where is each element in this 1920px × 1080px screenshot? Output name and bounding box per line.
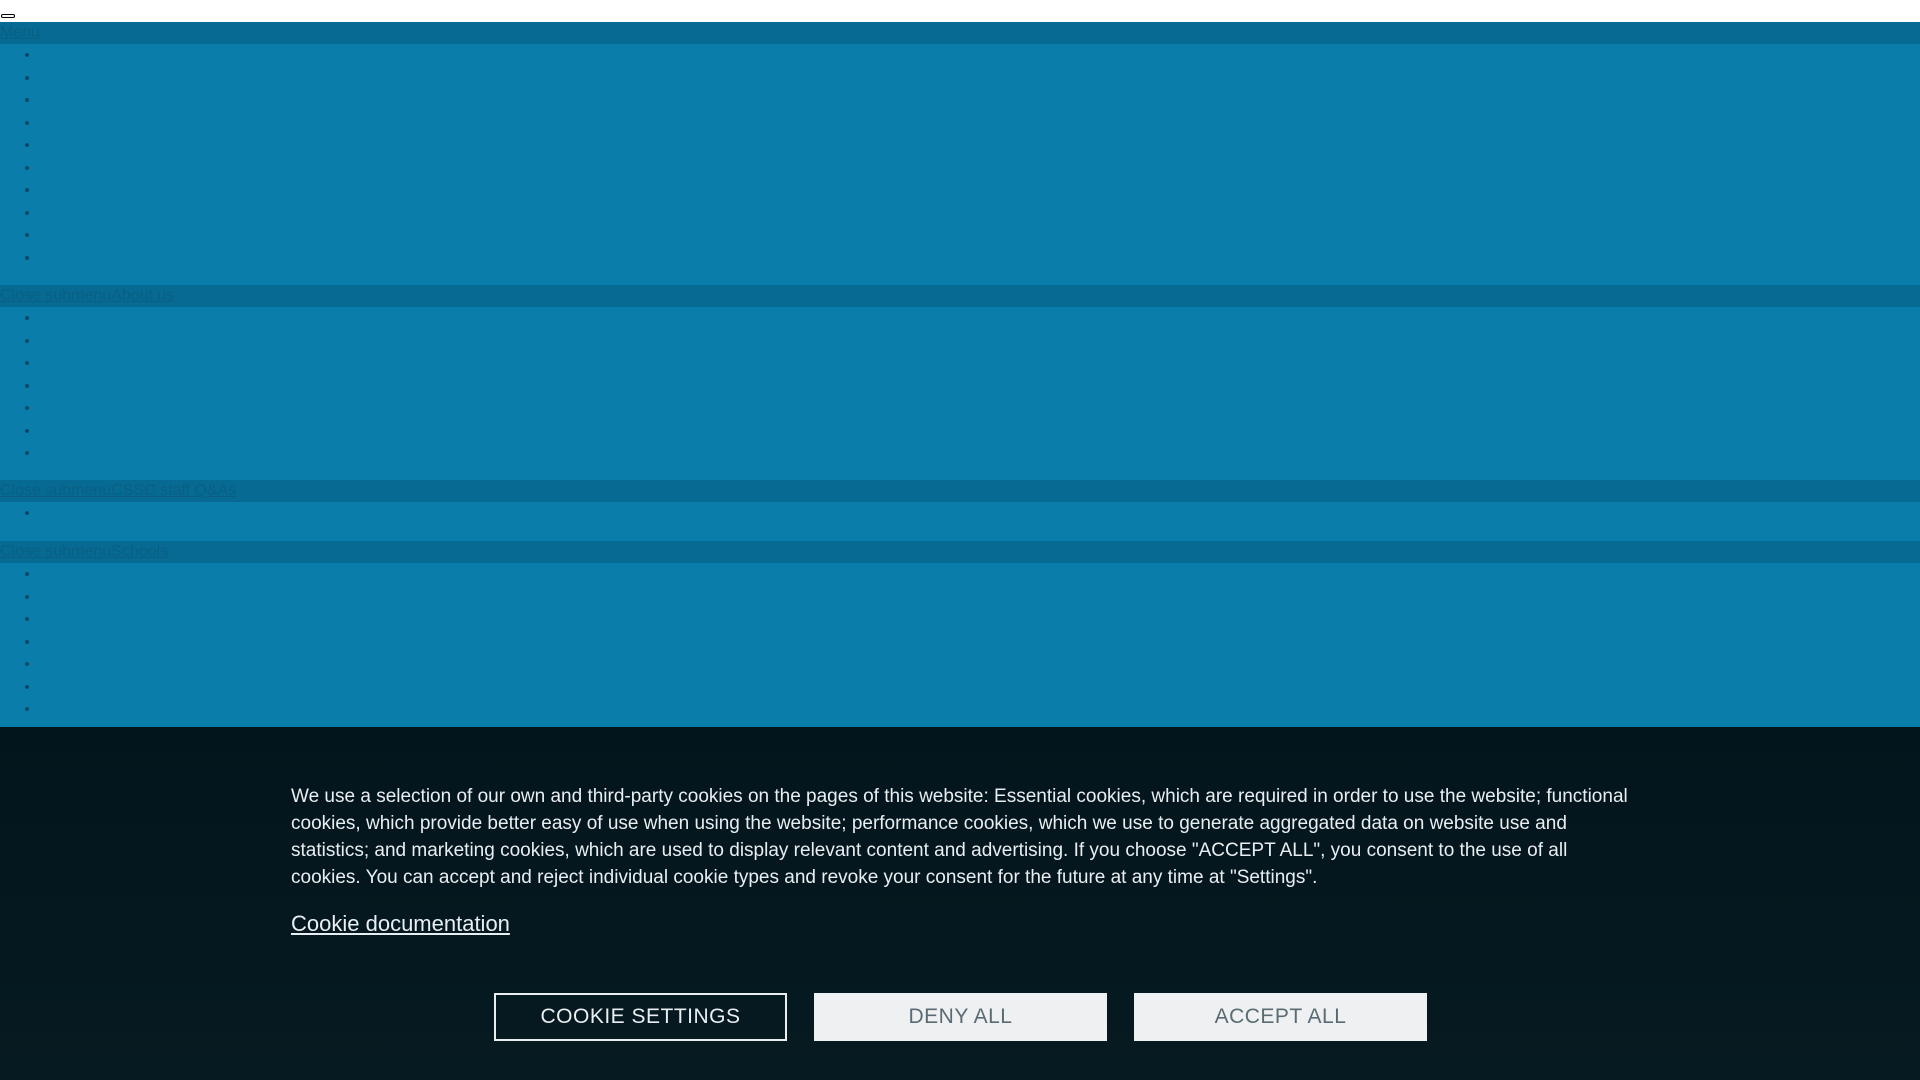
nav-panel-header[interactable]: Close submenuSchools: [0, 541, 1920, 563]
cookie-settings-button[interactable]: COOKIE SETTINGS: [494, 993, 787, 1041]
nav-list: [0, 44, 1920, 286]
nav-item[interactable]: [40, 698, 1920, 721]
nav-item[interactable]: [40, 247, 1920, 270]
nav-item[interactable]: [40, 397, 1920, 420]
nav-item[interactable]: [40, 375, 1920, 398]
close-submenu-link[interactable]: Close submenu: [0, 543, 111, 560]
nav-item[interactable]: [40, 157, 1920, 180]
nav-item[interactable]: [40, 563, 1920, 586]
nav-item[interactable]: [40, 352, 1920, 375]
nav-item[interactable]: [40, 502, 1920, 525]
nav-panel-staff-qas: Close submenuCSSC staff Q&As: [0, 480, 1920, 541]
nav-item[interactable]: [40, 307, 1920, 330]
nav-item[interactable]: [40, 202, 1920, 225]
nav-list: [0, 563, 1920, 727]
nav-item[interactable]: [40, 134, 1920, 157]
nav-item[interactable]: [40, 608, 1920, 631]
nav-item[interactable]: [40, 112, 1920, 135]
close-submenu-link[interactable]: Close submenu: [0, 482, 111, 499]
nav-item[interactable]: [40, 224, 1920, 247]
nav-item[interactable]: [40, 330, 1920, 353]
nav-panel-about-us: Close submenuAbout us: [0, 285, 1920, 480]
nav-item[interactable]: [40, 89, 1920, 112]
top-bar: [0, 0, 1920, 22]
nav-item[interactable]: [40, 676, 1920, 699]
menu-label[interactable]: Menu: [0, 24, 40, 41]
cookie-banner: We use a selection of our own and third-…: [0, 727, 1920, 1080]
nav-panel-schools: Close submenuSchools: [0, 541, 1920, 727]
nav-item[interactable]: [40, 586, 1920, 609]
nav-panel-header[interactable]: Close submenuAbout us: [0, 285, 1920, 307]
nav-panel-header[interactable]: Menu: [0, 22, 1920, 44]
nav-list: [0, 502, 1920, 541]
menu-toggle-button[interactable]: [1, 14, 15, 18]
nav-item[interactable]: [40, 44, 1920, 67]
deny-all-button[interactable]: DENY ALL: [814, 993, 1107, 1041]
submenu-title[interactable]: CSSC staff Q&As: [111, 482, 236, 499]
cookie-documentation-link[interactable]: Cookie documentation: [291, 911, 510, 937]
nav-item[interactable]: [40, 653, 1920, 676]
nav-panel-main: Menu: [0, 22, 1920, 286]
nav-list: [0, 307, 1920, 480]
cookie-consent-text: We use a selection of our own and third-…: [291, 786, 1628, 888]
close-submenu-link[interactable]: Close submenu: [0, 287, 111, 304]
nav-item[interactable]: [40, 420, 1920, 443]
nav-item[interactable]: [40, 631, 1920, 654]
nav-panel-header[interactable]: Close submenuCSSC staff Q&As: [0, 480, 1920, 502]
nav-item[interactable]: [40, 67, 1920, 90]
submenu-title[interactable]: Schools: [111, 543, 168, 560]
nav-item[interactable]: [40, 442, 1920, 465]
submenu-title[interactable]: About us: [111, 287, 174, 304]
nav-item[interactable]: [40, 179, 1920, 202]
accept-all-button[interactable]: ACCEPT ALL: [1134, 993, 1427, 1041]
